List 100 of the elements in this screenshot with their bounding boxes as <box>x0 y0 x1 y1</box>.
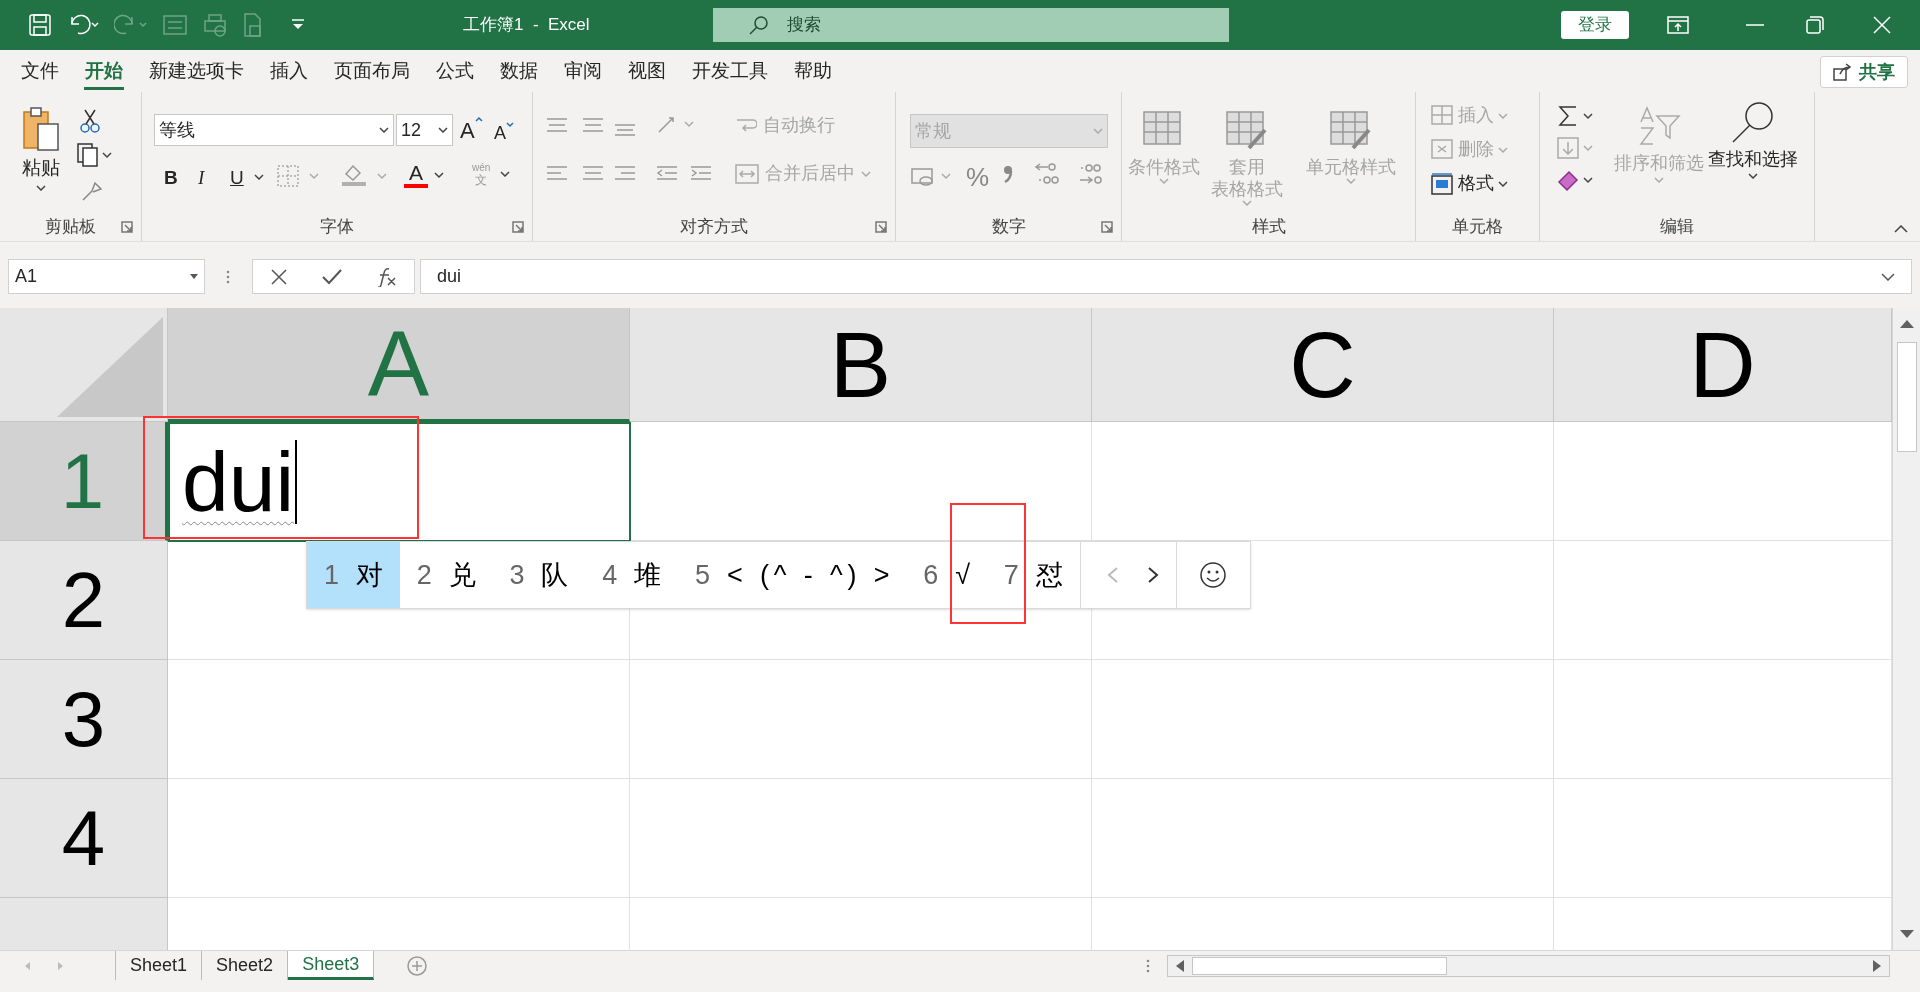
paste-button[interactable]: 粘贴 <box>22 106 60 191</box>
redo-icon[interactable] <box>114 13 148 37</box>
decrease-decimal-icon[interactable] <box>1078 162 1104 186</box>
menu-tab[interactable]: 开始 <box>72 50 136 92</box>
underline-button[interactable]: U <box>230 164 244 193</box>
format-cells-button[interactable]: 格式 <box>1430 170 1508 197</box>
add-sheet-icon[interactable] <box>406 954 429 977</box>
row-header[interactable]: 4 <box>0 779 168 898</box>
collapse-ribbon-icon[interactable] <box>1894 225 1908 233</box>
scroll-thumb[interactable] <box>1897 342 1917 452</box>
vertical-scrollbar[interactable] <box>1892 308 1920 950</box>
horizontal-scrollbar[interactable] <box>1167 955 1890 977</box>
emoji-icon[interactable] <box>1199 561 1228 589</box>
candidate-item[interactable]: 1 对 <box>307 542 400 608</box>
menu-tab[interactable]: 公式 <box>423 50 487 92</box>
increase-indent-icon[interactable] <box>689 164 713 182</box>
close-icon[interactable] <box>1873 16 1891 34</box>
menu-tab[interactable]: 文件 <box>8 50 72 92</box>
table-cell[interactable] <box>168 660 630 779</box>
caret-icon <box>1498 146 1508 153</box>
decrease-indent-icon[interactable] <box>655 164 679 182</box>
formula-field[interactable]: dui <box>420 259 1912 294</box>
column-header[interactable]: D <box>1554 308 1892 422</box>
check-icon[interactable] <box>321 268 342 285</box>
increase-decimal-icon[interactable] <box>1034 162 1060 186</box>
table-cell[interactable] <box>168 779 630 898</box>
customize-icon[interactable] <box>290 18 306 32</box>
table-cell[interactable] <box>630 660 1092 779</box>
cancel-icon[interactable] <box>270 268 287 285</box>
fill-icon[interactable] <box>1556 136 1596 160</box>
shrink-font-button[interactable]: A <box>494 120 514 147</box>
menu-tab[interactable]: 插入 <box>257 50 321 92</box>
italic-button[interactable]: I <box>198 164 205 193</box>
clipboard-icon <box>22 106 60 152</box>
search-field[interactable]: 搜索 <box>713 8 1229 42</box>
align-middle-icon[interactable] <box>581 116 605 134</box>
candidate-item[interactable]: 7 怼 <box>986 542 1080 608</box>
menu-tab[interactable]: 数据 <box>487 50 551 92</box>
candidate-item[interactable]: 4 堆 <box>585 542 679 608</box>
scroll-left-icon <box>1176 960 1184 972</box>
caret-icon <box>36 184 46 191</box>
insert-icon <box>1430 103 1454 128</box>
dialog-launcher-icon[interactable] <box>121 221 133 233</box>
candidate-item[interactable]: 5 < (^ - ^) > <box>678 542 907 608</box>
restore-icon[interactable] <box>1806 16 1824 34</box>
name-box[interactable]: A1 <box>8 259 205 294</box>
column-header[interactable]: A <box>168 308 630 422</box>
column-header[interactable]: B <box>630 308 1092 422</box>
menu-tab[interactable]: 视图 <box>615 50 679 92</box>
copy-icon[interactable] <box>76 142 112 168</box>
sheet-tab[interactable]: Sheet3 <box>288 951 375 980</box>
font-color-button[interactable]: A <box>404 162 444 188</box>
eraser-icon[interactable] <box>1556 168 1596 192</box>
table-cell[interactable] <box>630 779 1092 898</box>
column-header[interactable]: C <box>1092 308 1554 422</box>
ribbon-display-icon[interactable] <box>1667 16 1689 34</box>
login-button[interactable]: 登录 <box>1561 11 1629 39</box>
scissors-icon[interactable] <box>80 108 100 134</box>
fill-color-icon[interactable] <box>340 162 390 188</box>
bold-button[interactable]: B <box>164 164 178 193</box>
row-header[interactable]: 2 <box>0 541 168 660</box>
candidate-item[interactable]: 3 队 <box>492 542 586 608</box>
autosum-icon[interactable] <box>1556 104 1596 128</box>
minimize-icon[interactable] <box>1746 24 1764 26</box>
candidate-item[interactable]: 6 √ <box>906 542 987 608</box>
table-cell[interactable] <box>1092 779 1554 898</box>
find-select-button[interactable]: 查找和选择 <box>1708 100 1798 179</box>
menu-tab[interactable]: 开发工具 <box>679 50 781 92</box>
caret-icon <box>1498 180 1508 187</box>
borders-icon[interactable] <box>276 164 322 188</box>
candidate-item[interactable]: 2 兑 <box>399 542 493 608</box>
dialog-launcher-icon[interactable] <box>875 221 887 233</box>
select-all-icon[interactable] <box>55 315 165 419</box>
function-icon[interactable] <box>376 266 397 287</box>
scroll-thumb[interactable] <box>1192 957 1447 975</box>
font-name-field[interactable]: 等线 <box>154 114 394 146</box>
form-icon[interactable] <box>162 14 188 36</box>
menu-tab[interactable]: 帮助 <box>781 50 845 92</box>
dialog-launcher-icon[interactable] <box>1101 221 1113 233</box>
menu-tab[interactable]: 新建选项卡 <box>136 50 257 92</box>
caret-icon <box>434 172 444 178</box>
comma-style-icon[interactable] <box>1002 164 1014 184</box>
menu-tab[interactable]: 审阅 <box>551 50 615 92</box>
align-top-icon[interactable] <box>545 116 569 134</box>
caret-icon <box>1346 178 1356 184</box>
share-button[interactable]: 共享 <box>1820 56 1908 88</box>
align-right-icon[interactable] <box>613 164 637 182</box>
font-size-field[interactable]: 12 <box>396 114 453 146</box>
grow-font-button[interactable]: A <box>460 114 483 147</box>
document-icon[interactable] <box>242 12 264 38</box>
align-left-icon[interactable] <box>545 164 569 182</box>
menu-tab[interactable]: 页面布局 <box>321 50 423 92</box>
save-icon[interactable] <box>28 13 52 37</box>
printer-icon[interactable] <box>202 13 228 37</box>
center-icon[interactable] <box>581 164 605 182</box>
table-cell[interactable] <box>1092 660 1554 779</box>
dialog-launcher-icon[interactable] <box>512 221 524 233</box>
row-header[interactable]: 3 <box>0 660 168 779</box>
delete-icon <box>1430 137 1454 162</box>
row-header[interactable]: 1 <box>0 422 168 541</box>
